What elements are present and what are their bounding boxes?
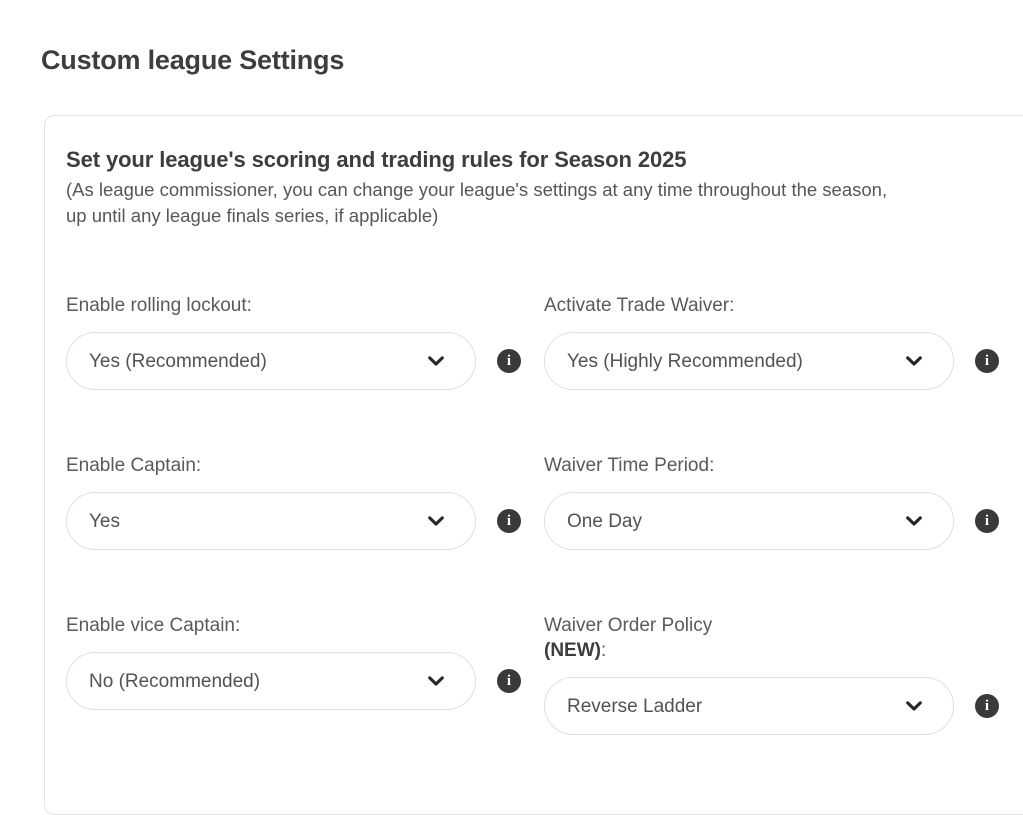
select-value: No (Recommended) <box>89 671 261 691</box>
field-label-enable-vice-captain: Enable vice Captain: <box>66 615 241 636</box>
select-enable-captain[interactable]: Yes <box>66 492 476 551</box>
field-label-activate-trade-waiver: Activate Trade Waiver: <box>544 295 735 316</box>
field-activate-trade-waiver: Activate Trade Waiver: Yes (Highly Recom… <box>544 293 1022 453</box>
info-icon[interactable]: i <box>975 694 999 719</box>
info-icon[interactable]: i <box>975 349 999 374</box>
select-value: Reverse Ladder <box>567 696 703 716</box>
control-row: Reverse Ladder i <box>544 677 1022 736</box>
select-value: Yes (Recommended) <box>89 351 267 371</box>
control-row: Yes (Recommended) i <box>66 332 544 391</box>
field-enable-captain: Enable Captain: Yes i <box>66 453 544 613</box>
field-label-waiver-time-period: Waiver Time Period: <box>544 455 715 476</box>
card-subtitle: (As league commissioner, you can change … <box>66 178 888 226</box>
control-row: Yes i <box>66 492 544 551</box>
control-row: Yes (Highly Recommended) i <box>544 332 1022 391</box>
chevron-down-icon <box>423 508 449 534</box>
new-badge: (NEW) <box>544 640 601 662</box>
info-icon[interactable]: i <box>497 509 521 534</box>
field-enable-vice-captain: Enable vice Captain: No (Recommended) i <box>66 613 544 773</box>
select-waiver-time-period[interactable]: One Day <box>544 492 954 551</box>
chevron-down-icon <box>423 668 449 694</box>
select-waiver-order-policy[interactable]: Reverse Ladder <box>544 677 954 736</box>
field-waiver-time-period: Waiver Time Period: One Day i <box>544 453 1022 613</box>
chevron-down-icon <box>901 508 927 534</box>
control-row: One Day i <box>544 492 1022 551</box>
info-icon[interactable]: i <box>497 349 521 374</box>
select-value: Yes <box>89 511 120 531</box>
control-row: No (Recommended) i <box>66 652 544 711</box>
settings-form-grid: Enable rolling lockout: Yes (Recommended… <box>66 293 1023 773</box>
info-icon[interactable]: i <box>975 509 999 534</box>
card-heading: Set your league's scoring and trading ru… <box>66 147 687 172</box>
field-label-waiver-order-policy: Waiver Order Policy (NEW): <box>544 613 944 663</box>
field-enable-rolling-lockout: Enable rolling lockout: Yes (Recommended… <box>66 293 544 453</box>
field-label-enable-rolling-lockout: Enable rolling lockout: <box>66 295 252 316</box>
card-header: Set your league's scoring and trading ru… <box>66 146 1023 229</box>
field-waiver-order-policy: Waiver Order Policy (NEW): Reverse Ladde… <box>544 613 1022 773</box>
select-enable-rolling-lockout[interactable]: Yes (Recommended) <box>66 332 476 391</box>
page-title: Custom league Settings <box>41 45 345 75</box>
select-value: One Day <box>567 511 642 531</box>
chevron-down-icon <box>901 348 927 374</box>
field-label-colon: : <box>600 640 607 662</box>
field-label-enable-captain: Enable Captain: <box>66 455 202 476</box>
chevron-down-icon <box>901 693 927 719</box>
settings-card: Set your league's scoring and trading ru… <box>44 115 1023 815</box>
select-value: Yes (Highly Recommended) <box>567 351 803 371</box>
select-enable-vice-captain[interactable]: No (Recommended) <box>66 652 476 711</box>
chevron-down-icon <box>423 348 449 374</box>
info-icon[interactable]: i <box>497 669 521 694</box>
settings-page: Custom league Settings Set your league's… <box>0 0 1023 815</box>
select-activate-trade-waiver[interactable]: Yes (Highly Recommended) <box>544 332 954 391</box>
field-label-line1: Waiver Order Policy <box>544 615 713 636</box>
